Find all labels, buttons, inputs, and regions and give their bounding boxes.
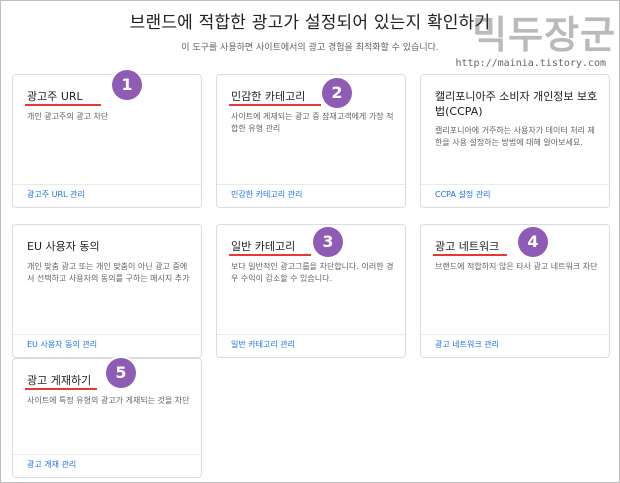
step-badge-4: 4 (518, 227, 548, 257)
card-advertiser-url: 광고주 URL 개인 광고주의 광고 차단 광고주 URL 관리 (12, 74, 202, 208)
manage-ad-serving-link[interactable]: 광고 게재 관리 (27, 459, 76, 470)
title-underline (229, 104, 321, 106)
manage-eu-consent-link[interactable]: EU 사용자 동의 관리 (27, 339, 97, 350)
card-sensitive-categories: 민감한 카테고리 사이트에 게재되는 광고 중 잠재고객에게 가장 적합한 유형… (216, 74, 406, 208)
card-title: EU 사용자 동의 (27, 240, 100, 253)
card-title: 캘리포니아주 소비자 개인정보 보호법(CCPA) (435, 90, 598, 118)
manage-ad-networks-link[interactable]: 광고 네트워크 관리 (435, 339, 499, 350)
step-badge-5: 5 (106, 358, 136, 388)
manage-sensitive-categories-link[interactable]: 민감한 카테고리 관리 (231, 189, 302, 200)
page-title: 브랜드에 적합한 광고가 설정되어 있는지 확인하기 (129, 13, 491, 33)
manage-ccpa-link[interactable]: CCPA 설정 관리 (435, 189, 490, 200)
card-divider (217, 334, 405, 335)
card-divider (13, 334, 201, 335)
card-title: 민감한 카테고리 (231, 90, 306, 103)
title-underline (229, 254, 311, 256)
manage-general-categories-link[interactable]: 일반 카테고리 관리 (231, 339, 295, 350)
card-divider (421, 184, 609, 185)
card-ad-networks: 광고 네트워크 브랜드에 적합하지 않은 타사 광고 네트워크 차단 광고 네트… (420, 224, 610, 358)
card-description: 보다 일반적인 광고그룹을 차단합니다. 이러한 경우 수익이 감소할 수 있습… (231, 262, 394, 283)
step-badge-1: 1 (112, 70, 142, 100)
card-eu-user-consent: EU 사용자 동의 개인 맞춤 광고 또는 개인 맞춤이 아닌 광고 중에서 선… (12, 224, 202, 358)
card-divider (13, 454, 201, 455)
card-description: 개인 맞춤 광고 또는 개인 맞춤이 아닌 광고 중에서 선택하고 사용자의 동… (27, 262, 190, 283)
card-divider (13, 184, 201, 185)
title-underline (25, 388, 97, 390)
step-badge-3: 3 (313, 227, 343, 257)
card-description: 사이트에 게재되는 광고 중 잠재고객에게 가장 적합한 유형 관리 (231, 112, 394, 133)
card-title: 광고주 URL (27, 90, 83, 103)
card-description: 브랜드에 적합하지 않은 타사 광고 네트워크 차단 (435, 262, 598, 271)
card-divider (217, 184, 405, 185)
card-ccpa: 캘리포니아주 소비자 개인정보 보호법(CCPA) 캘리포니아에 거주하는 사용… (420, 74, 610, 208)
watermark-url: http://mainia.tistory.com (455, 58, 606, 69)
card-description: 사이트에 특정 유형의 광고가 게재되는 것을 차단 (27, 396, 190, 405)
title-underline (25, 104, 101, 106)
title-underline (433, 254, 507, 256)
card-description: 개인 광고주의 광고 차단 (27, 112, 109, 121)
card-general-categories: 일반 카테고리 보다 일반적인 광고그룹을 차단합니다. 이러한 경우 수익이 … (216, 224, 406, 358)
manage-advertiser-url-link[interactable]: 광고주 URL 관리 (27, 189, 85, 200)
card-description: 캘리포니아에 거주하는 사용자가 데이터 처리 제한을 사용 설정하는 방법에 … (435, 126, 595, 147)
page-subtitle: 이 도구를 사용하면 사이트에서의 광고 경험을 최적화할 수 있습니다. (181, 43, 439, 53)
card-divider (421, 334, 609, 335)
step-badge-2: 2 (322, 78, 352, 108)
